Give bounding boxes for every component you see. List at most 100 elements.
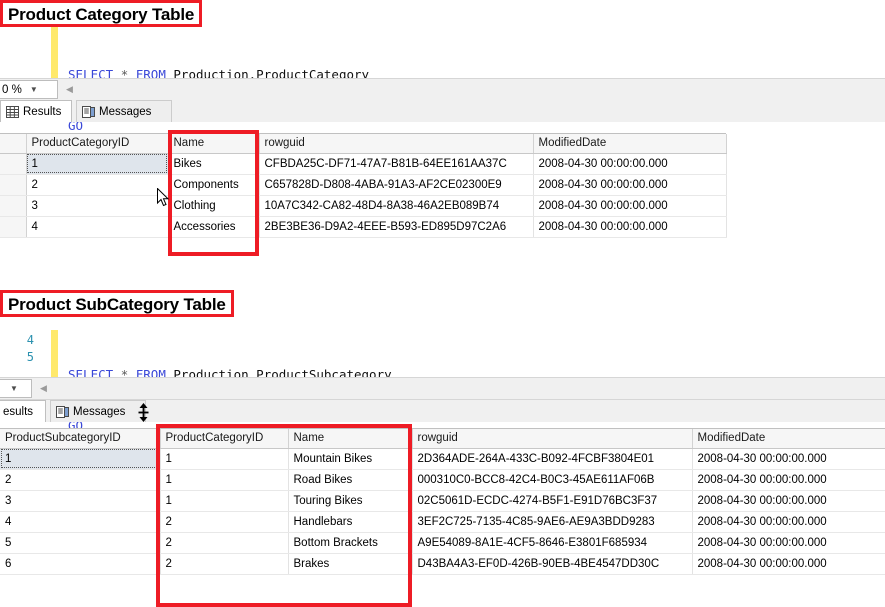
cell[interactable]: 2008-04-30 00:00:00.000 [692,490,885,511]
cell[interactable]: 02C5061D-ECDC-4274-B5F1-E91D76BC3F37 [412,490,692,511]
cell[interactable]: Accessories [168,216,259,237]
zoom-level-dropdown[interactable]: ▼ [0,379,32,398]
cell[interactable]: 2 [26,174,168,195]
cell[interactable]: 2008-04-30 00:00:00.000 [692,511,885,532]
cell[interactable]: Touring Bikes [288,490,412,511]
line-number: 4 [0,332,34,349]
table-row[interactable]: 6 2 Brakes D43BA4A3-EF0D-426B-90EB-4BE45… [0,553,885,574]
cell[interactable]: 1 [26,153,168,174]
cell[interactable]: 2BE3BE36-D9A2-4EEE-B593-ED895D97C2A6 [259,216,533,237]
cell[interactable]: 3EF2C725-7135-4C85-9AE6-AE9A3BDD9283 [412,511,692,532]
triangle-left-icon[interactable]: ◀ [36,381,51,396]
cell[interactable]: 1 [160,448,288,469]
row-header[interactable] [0,195,26,216]
column-header[interactable]: rowguid [412,429,692,448]
cell[interactable]: 2008-04-30 00:00:00.000 [692,532,885,553]
cell[interactable]: Handlebars [288,511,412,532]
message-icon [82,106,95,118]
table-row[interactable]: 3 1 Touring Bikes 02C5061D-ECDC-4274-B5F… [0,490,885,511]
tab-messages-category[interactable]: Messages [76,100,172,122]
cell[interactable]: CFBDA25C-DF71-47A7-B81B-64EE161AA37C [259,153,533,174]
table-row[interactable]: 1 Bikes CFBDA25C-DF71-47A7-B81B-64EE161A… [0,153,726,174]
tab-messages-subcategory[interactable]: Messages [50,400,146,422]
cell[interactable]: C657828D-D808-4ABA-91A3-AF2CE02300E9 [259,174,533,195]
column-header[interactable]: rowguid [259,134,533,153]
row-header[interactable] [0,174,26,195]
cell[interactable]: Mountain Bikes [288,448,412,469]
cell[interactable]: 1 [160,490,288,511]
cell[interactable]: A9E54089-8A1E-4CF5-8646-E3801F685934 [412,532,692,553]
results-tabstrip-category: Results Messages [0,100,885,122]
cell[interactable]: 2 [160,511,288,532]
cell[interactable]: 2008-04-30 00:00:00.000 [533,195,726,216]
column-header[interactable]: ProductCategoryID [160,429,288,448]
sql-editor-category[interactable]: SELECT * FROM Production.ProductCategory… [0,27,885,79]
column-header[interactable]: ModifiedDate [533,134,726,153]
chevron-down-icon[interactable]: ▼ [26,85,42,94]
editor-gutter-subcategory: 4 5 [0,330,40,377]
cell[interactable]: Components [168,174,259,195]
cell[interactable]: Road Bikes [288,469,412,490]
editor-code-subcategory[interactable]: SELECT * FROM Production.ProductSubcateg… [68,330,885,377]
cell[interactable]: 2D364ADE-264A-433C-B092-4FCBF3804E01 [412,448,692,469]
triangle-left-icon[interactable]: ◀ [62,82,77,97]
cell[interactable]: 5 [0,532,160,553]
cell[interactable]: 000310C0-BCC8-42C4-B0C3-45AE611AF06B [412,469,692,490]
table-row[interactable]: 1 1 Mountain Bikes 2D364ADE-264A-433C-B0… [0,448,885,469]
cell[interactable]: 2008-04-30 00:00:00.000 [692,553,885,574]
column-header[interactable]: Name [288,429,412,448]
cell[interactable]: 2 [160,553,288,574]
table-row[interactable]: 5 2 Bottom Brackets A9E54089-8A1E-4CF5-8… [0,532,885,553]
cell[interactable]: 1 [0,448,160,469]
cell[interactable]: 10A7C342-CA82-48D4-8A38-46A2EB089B74 [259,195,533,216]
cell[interactable]: 3 [0,490,160,511]
table-row[interactable]: 4 Accessories 2BE3BE36-D9A2-4EEE-B593-ED… [0,216,726,237]
editor-code-category[interactable]: SELECT * FROM Production.ProductCategory… [68,27,885,78]
tab-label: Messages [73,406,125,418]
table-row[interactable]: 2 1 Road Bikes 000310C0-BCC8-42C4-B0C3-4… [0,469,885,490]
cell[interactable]: 2 [0,469,160,490]
cell[interactable]: Bottom Brackets [288,532,412,553]
cell[interactable]: Brakes [288,553,412,574]
editor-gutter-category [0,27,40,78]
sql-editor-subcategory[interactable]: 4 5 SELECT * FROM Production.ProductSubc… [0,330,885,378]
cell[interactable]: 3 [26,195,168,216]
chevron-down-icon[interactable]: ▼ [6,384,22,393]
editor-status-strip-subcategory: ▼ ◀ [0,377,885,400]
results-table-category: ProductCategoryID Name rowguid ModifiedD… [0,134,727,238]
column-header[interactable]: Name [168,134,259,153]
row-header[interactable] [0,216,26,237]
cell[interactable]: 2008-04-30 00:00:00.000 [692,469,885,490]
row-header[interactable] [0,153,26,174]
table-row[interactable]: 2 Components C657828D-D808-4ABA-91A3-AF2… [0,174,726,195]
editor-status-strip-category: 0 % ▼ ◀ [0,78,885,101]
cell[interactable]: Bikes [168,153,259,174]
cell[interactable]: D43BA4A3-EF0D-426B-90EB-4BE4547DD30C [412,553,692,574]
cell[interactable]: Clothing [168,195,259,216]
cell[interactable]: 6 [0,553,160,574]
annotation-title-subcategory: Product SubCategory Table [0,290,234,317]
column-header[interactable]: ModifiedDate [692,429,885,448]
cell[interactable]: 2 [160,532,288,553]
results-grid-subcategory[interactable]: ProductSubcategoryID ProductCategoryID N… [0,428,885,575]
cell[interactable]: 1 [160,469,288,490]
cell[interactable]: 2008-04-30 00:00:00.000 [692,448,885,469]
table-row[interactable]: 4 2 Handlebars 3EF2C725-7135-4C85-9AE6-A… [0,511,885,532]
column-header[interactable]: ProductSubcategoryID [0,429,160,448]
tab-results-category[interactable]: Results [0,100,72,122]
cell[interactable]: 4 [0,511,160,532]
cell[interactable]: 2008-04-30 00:00:00.000 [533,174,726,195]
tab-label: Messages [99,106,151,118]
tab-label: esults [3,406,33,418]
results-grid-category[interactable]: ProductCategoryID Name rowguid ModifiedD… [0,133,726,238]
column-header[interactable]: ProductCategoryID [26,134,168,153]
zoom-level-dropdown[interactable]: 0 % ▼ [0,80,58,99]
cell[interactable]: 2008-04-30 00:00:00.000 [533,216,726,237]
tab-results-subcategory[interactable]: esults [0,400,46,422]
cell[interactable]: 4 [26,216,168,237]
editor-change-bar [51,27,58,78]
cell[interactable]: 2008-04-30 00:00:00.000 [533,153,726,174]
table-row[interactable]: 3 Clothing 10A7C342-CA82-48D4-8A38-46A2E… [0,195,726,216]
message-icon [56,406,69,418]
grid-corner-header[interactable] [0,134,26,153]
